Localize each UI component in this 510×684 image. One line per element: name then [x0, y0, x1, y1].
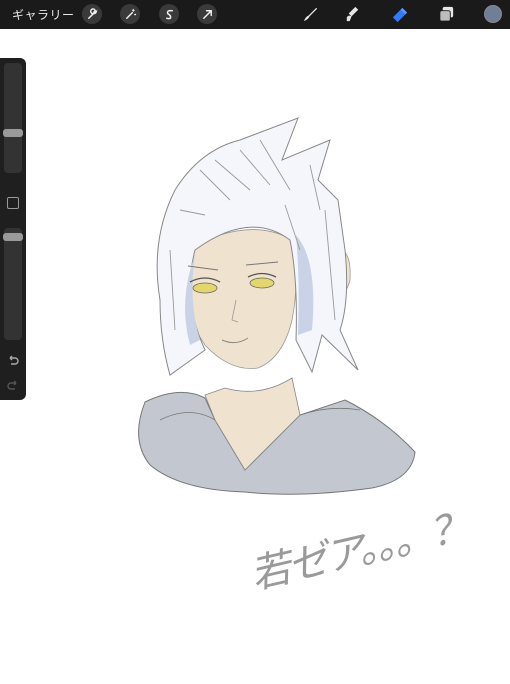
gallery-button[interactable]: ギャラリー — [12, 6, 75, 23]
selection-s-icon[interactable] — [159, 4, 179, 24]
smudge-icon[interactable] — [343, 5, 362, 24]
layers-icon[interactable] — [437, 5, 456, 24]
top-toolbar: ギャラリー — [0, 0, 510, 29]
opacity-slider[interactable] — [3, 228, 23, 340]
undo-icon[interactable] — [6, 353, 20, 367]
transform-arrow-icon[interactable] — [197, 4, 217, 24]
redo-icon[interactable] — [6, 378, 20, 392]
color-swatch[interactable] — [484, 5, 502, 23]
left-sidebar — [0, 58, 26, 400]
magic-wand-icon[interactable] — [120, 4, 140, 24]
brush-size-thumb[interactable] — [3, 129, 23, 137]
brush-icon[interactable] — [301, 5, 320, 24]
eraser-icon[interactable] — [390, 5, 409, 24]
wrench-icon[interactable] — [82, 4, 102, 24]
opacity-thumb[interactable] — [3, 233, 23, 241]
modify-button[interactable] — [7, 197, 19, 209]
drawing-canvas[interactable]: 若ゼア。。。？ — [26, 29, 510, 680]
brush-size-slider[interactable] — [3, 63, 23, 173]
